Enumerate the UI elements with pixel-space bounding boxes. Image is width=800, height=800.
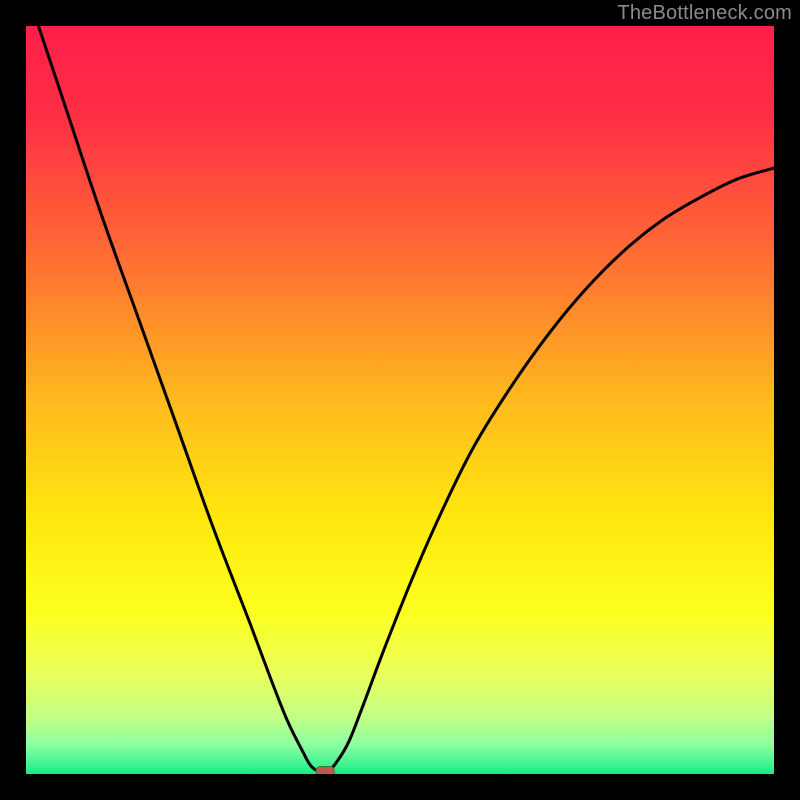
watermark-label: TheBottleneck.com (617, 2, 792, 25)
plot-area (26, 26, 774, 774)
optimal-marker (316, 767, 334, 774)
chart-frame: TheBottleneck.com (0, 0, 800, 800)
gradient-background (26, 26, 774, 774)
plot-svg (26, 26, 774, 774)
